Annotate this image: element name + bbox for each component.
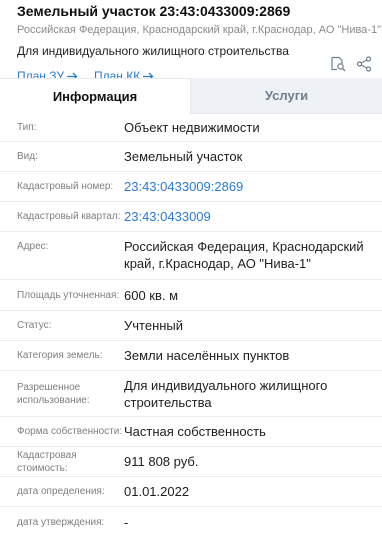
tab-information[interactable]: Информация [0,78,191,114]
info-row-permitted-use: Разрешенное использование: Для индивидуа… [0,371,382,417]
tabs: Информация Услуги [0,78,382,114]
row-value: 01.01.2022 [124,484,190,499]
info-row-type: Тип: Объект недвижимости [0,114,382,142]
header: Земельный участок 23:43:0433009:2869 Рос… [0,0,382,85]
info-row-approval-date: дата утверждения: - [0,507,382,537]
row-label: дата утверждения: [17,516,105,528]
row-label: Статус: [17,320,52,331]
row-label: Категория земель: [17,350,103,361]
row-label: Форма собственности: [17,426,123,437]
row-label: Площадь уточненная: [17,289,120,301]
row-label: Разрешенное использование: [17,381,90,406]
row-label: дата определения: [17,486,105,497]
row-value: Для индивидуального жилищного строительс… [124,377,328,410]
row-value: 600 кв. м [124,287,179,303]
search-in-document-icon[interactable] [330,56,346,72]
row-value: Объект недвижимости [124,120,260,135]
row-label: Вид: [17,151,38,162]
row-value: Частная собственность [124,424,266,439]
cadastral-quarter-link[interactable]: 23:43:0433009 [124,208,382,225]
header-address: Российская Федерация, Краснодарский край… [17,24,381,36]
cadastral-number-link[interactable]: 23:43:0433009:2869 [124,178,382,195]
row-value: Российская Федерация, Краснодарский край… [124,239,364,271]
info-row-ownership: Форма собственности: Частная собственнос… [0,417,382,447]
info-row-land-category: Категория земель: Земли населённых пункт… [0,341,382,371]
row-label: Кадастровый номер: [17,181,114,192]
info-row-cadastral-quarter: Кадастровый квартал: 23:43:0433009 [0,202,382,232]
row-label: Адрес: [17,241,49,252]
row-label: Тип: [17,122,37,133]
info-row-status: Статус: Учтенный [0,311,382,341]
info-row-cadastral-value: Кадастровая стоимость: 911 808 руб. [0,447,382,477]
header-purpose: Для индивидуального жилищного строительс… [17,44,289,58]
share-icon[interactable] [356,56,372,72]
row-value: Учтенный [124,318,184,333]
row-value: Земельный участок [124,149,243,164]
info-table: Тип: Объект недвижимости Вид: Земельный … [0,114,382,537]
row-value: 911 808 руб. [124,454,199,469]
row-label: Кадастровая стоимость: [17,449,77,474]
info-row-determination-date: дата определения: 01.01.2022 [0,477,382,507]
row-value: - [124,514,129,530]
row-label: Кадастровый квартал: [17,211,121,222]
tool-icons [330,56,372,72]
tab-services[interactable]: Услуги [191,78,382,114]
info-row-cadastral-number: Кадастровый номер: 23:43:0433009:2869 [0,172,382,202]
row-value: Земли населённых пунктов [124,348,290,363]
info-row-address: Адрес: Российская Федерация, Краснодарск… [0,232,382,280]
info-row-area: Площадь уточненная: 600 кв. м [0,280,382,311]
info-row-kind: Вид: Земельный участок [0,142,382,172]
page-title: Земельный участок 23:43:0433009:2869 [17,3,291,19]
